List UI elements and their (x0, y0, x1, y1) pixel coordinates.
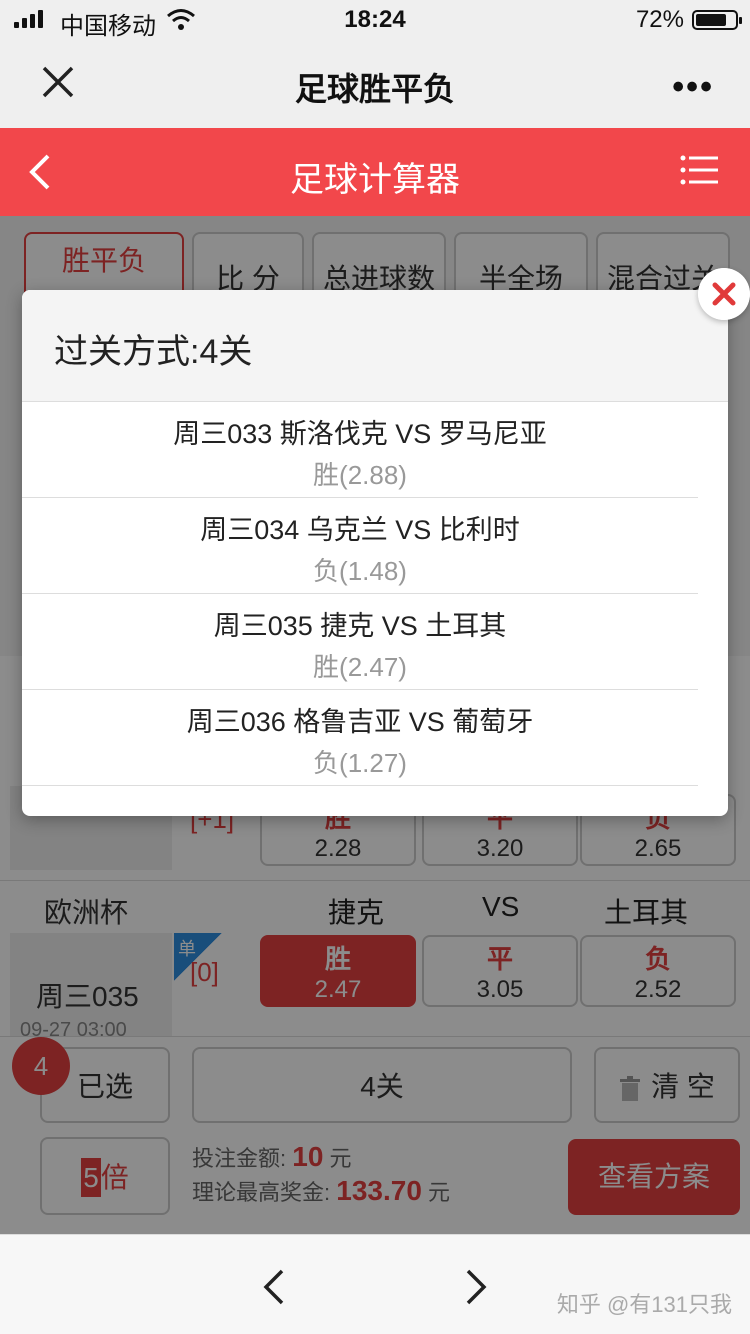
wechat-nav-bar: 足球胜平负 ••• (0, 40, 750, 128)
match-pick: 负(1.27) (313, 748, 407, 778)
list-item: 周三036 格鲁吉亚 VS 葡萄牙 负(1.27) (22, 690, 698, 786)
match-pick: 胜(2.47) (313, 652, 407, 682)
match-pick: 胜(2.88) (313, 460, 407, 490)
chevron-right-icon[interactable] (460, 1267, 490, 1307)
parlay-modal: 过关方式:4关 周三033 斯洛伐克 VS 罗马尼亚 胜(2.88) 周三034… (22, 290, 728, 816)
battery-percent: 72% (635, 6, 684, 33)
list-item: 周三034 乌克兰 VS 比利时 负(1.48) (22, 498, 698, 594)
modal-header: 过关方式:4关 (22, 290, 728, 402)
more-icon[interactable]: ••• (672, 68, 714, 107)
watermark: 知乎 @有131只我 (556, 1292, 732, 1317)
modal-close-icon[interactable] (698, 268, 750, 320)
app-header: 足球计算器 (0, 128, 750, 216)
chevron-left-icon[interactable] (260, 1267, 290, 1307)
browser-toolbar: 知乎 @有131只我 (0, 1234, 750, 1334)
match-teams: 周三033 斯洛伐克 VS 罗马尼亚 (173, 419, 547, 449)
match-teams: 周三036 格鲁吉亚 VS 葡萄牙 (186, 707, 534, 737)
modal-title: 过关方式:4关 (54, 333, 253, 371)
menu-icon[interactable] (680, 154, 718, 186)
list-item: 周三033 斯洛伐克 VS 罗马尼亚 胜(2.88) (22, 402, 698, 498)
battery-icon (692, 10, 742, 30)
app-title: 足球计算器 (290, 161, 460, 199)
match-teams: 周三034 乌克兰 VS 比利时 (200, 515, 520, 545)
match-pick: 负(1.48) (313, 556, 407, 586)
parlay-list: 周三033 斯洛伐克 VS 罗马尼亚 胜(2.88) 周三034 乌克兰 VS … (22, 402, 698, 786)
status-bar: 中国移动 18:24 72% (0, 0, 750, 40)
match-teams: 周三035 捷克 VS 土耳其 (213, 611, 507, 641)
list-item: 周三035 捷克 VS 土耳其 胜(2.47) (22, 594, 698, 690)
page-title: 足球胜平负 (294, 71, 455, 107)
